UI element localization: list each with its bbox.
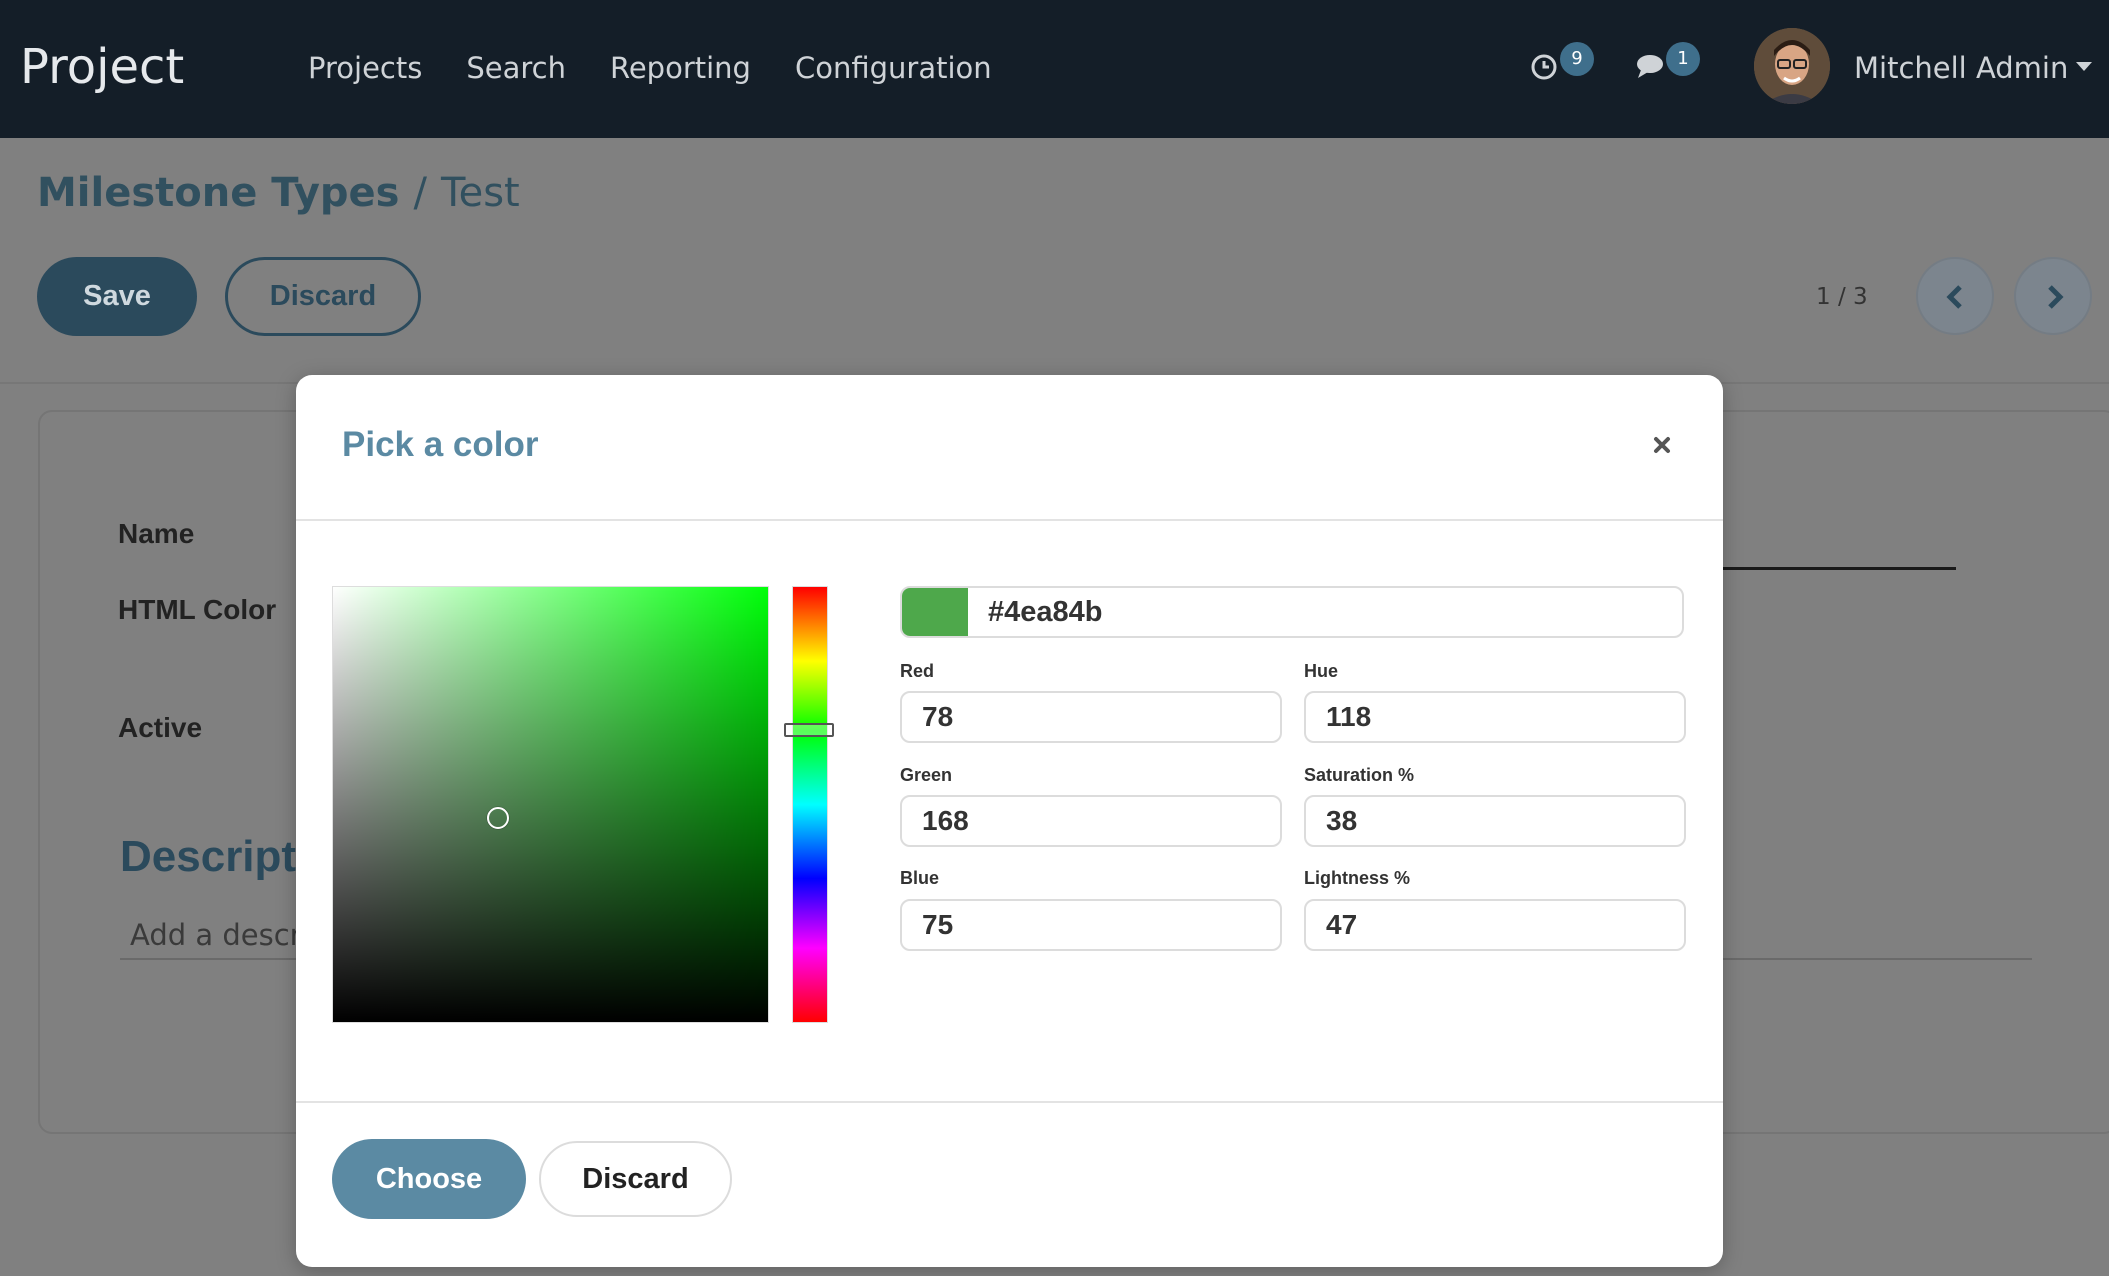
pager-previous-button[interactable] <box>1916 257 1994 335</box>
pager-next-button[interactable] <box>2014 257 2092 335</box>
dialog-discard-button[interactable]: Discard <box>539 1141 732 1217</box>
breadcrumb-current: Test <box>440 170 520 216</box>
app-brand[interactable]: Project <box>20 32 184 102</box>
systray: 9 1 Mitchell Admin <box>1530 28 2092 104</box>
chevron-right-icon <box>2048 285 2064 309</box>
choose-button[interactable]: Choose <box>332 1139 526 1219</box>
messages-count-badge: 1 <box>1666 42 1700 76</box>
user-menu-caret-icon[interactable] <box>2076 62 2092 71</box>
lightness-label: Lightness % <box>1304 868 1411 888</box>
hex-value[interactable]: #4ea84b <box>988 596 1103 629</box>
green-input[interactable]: 168 <box>900 795 1282 847</box>
blue-label: Blue <box>900 868 940 888</box>
control-panel: Milestone Types / Test Save Discard 1 / 3 <box>0 138 2109 384</box>
description-heading: Descript <box>120 832 297 881</box>
red-label: Red <box>900 661 935 681</box>
saturation-label: Saturation % <box>1304 765 1415 785</box>
color-selector-handle[interactable] <box>487 806 510 829</box>
red-input[interactable]: 78 <box>900 691 1282 743</box>
dialog-body: #4ea84b Red 78 Hue 118 Green 168 Saturat… <box>296 521 1723 1101</box>
dialog-title: Pick a color <box>342 425 539 464</box>
close-button[interactable] <box>1648 431 1676 459</box>
hue-slider-handle[interactable] <box>784 722 834 737</box>
discard-button[interactable]: Discard <box>225 257 421 336</box>
name-field-underline <box>1720 567 1956 570</box>
chat-bubble-icon <box>1637 55 1663 78</box>
chevron-left-icon <box>1946 285 1962 309</box>
user-avatar-image <box>1754 28 1830 104</box>
breadcrumb-parent-link[interactable]: Milestone Types <box>37 170 399 216</box>
blue-input[interactable]: 75 <box>900 899 1282 951</box>
breadcrumb-separator: / <box>413 170 427 216</box>
green-label: Green <box>900 765 953 785</box>
dialog-header: Pick a color <box>296 375 1723 521</box>
menu-item-projects[interactable]: Projects <box>308 48 422 88</box>
user-name[interactable]: Mitchell Admin <box>1854 48 2068 88</box>
hue-slider[interactable] <box>784 586 834 1023</box>
color-preview-swatch <box>902 588 968 636</box>
saturation-input[interactable]: 38 <box>1304 795 1686 847</box>
save-button[interactable]: Save <box>37 257 197 336</box>
saturation-value-area[interactable] <box>332 586 769 1023</box>
hex-color-input[interactable]: #4ea84b <box>900 586 1684 638</box>
avatar[interactable] <box>1754 28 1830 104</box>
value-gradient <box>333 587 768 1022</box>
messages-menu[interactable]: 1 <box>1636 42 1700 88</box>
main-menu: Projects Search Reporting Configuration <box>308 48 992 88</box>
clock-icon <box>1531 54 1557 80</box>
hue-input[interactable]: 118 <box>1304 691 1686 743</box>
active-field-label: Active <box>118 712 203 743</box>
close-icon <box>1654 437 1670 453</box>
html-color-field-label: HTML Color <box>118 594 277 625</box>
menu-item-reporting[interactable]: Reporting <box>610 48 751 88</box>
activity-count-badge: 9 <box>1560 42 1594 76</box>
hue-label: Hue <box>1304 661 1339 681</box>
top-navbar: Project Projects Search Reporting Config… <box>0 0 2109 138</box>
menu-item-search[interactable]: Search <box>466 48 566 88</box>
breadcrumb: Milestone Types / Test <box>37 170 520 216</box>
description-placeholder[interactable]: Add a descri <box>130 918 310 952</box>
name-field-label: Name <box>118 518 195 549</box>
pager-value[interactable]: 1 / 3 <box>1816 284 1868 310</box>
color-picker-dialog: Pick a color #4ea84b Red 78 Hue 118 Gree… <box>296 375 1723 1267</box>
lightness-input[interactable]: 47 <box>1304 899 1686 951</box>
dialog-footer: Choose Discard <box>296 1101 1723 1267</box>
activity-menu[interactable]: 9 <box>1530 42 1594 88</box>
menu-item-configuration[interactable]: Configuration <box>795 48 992 88</box>
